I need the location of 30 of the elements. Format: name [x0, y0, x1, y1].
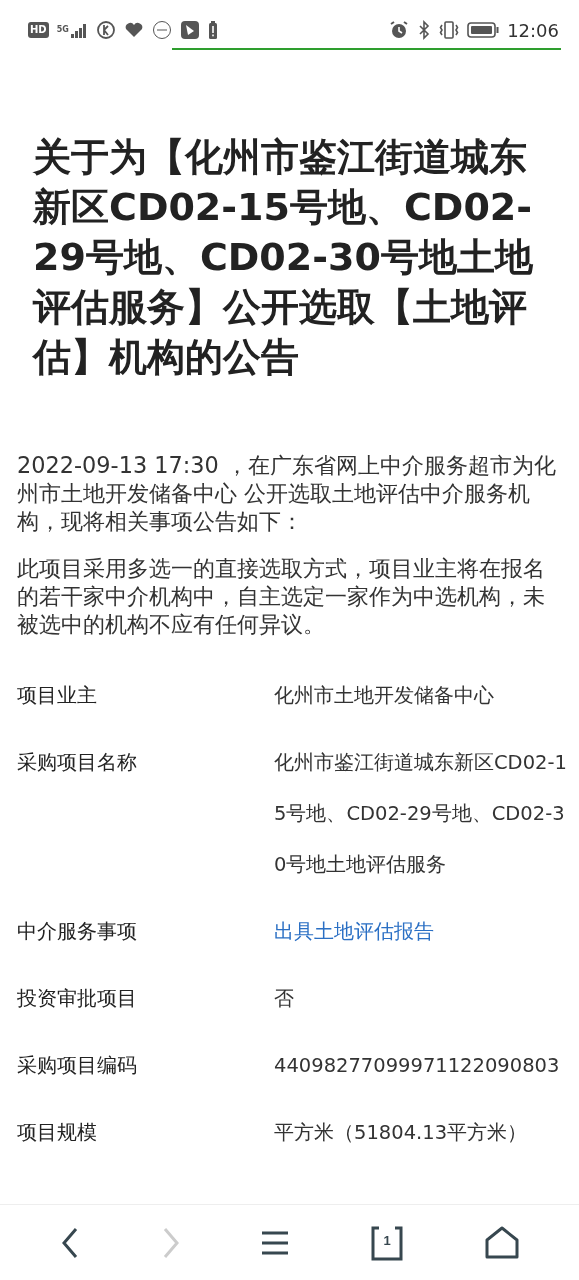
- vibrate-icon: [439, 20, 460, 40]
- network-label: 5G: [56, 26, 69, 34]
- detail-label: 项目规模: [16, 1119, 98, 1146]
- detail-link[interactable]: 出具土地评估报告: [274, 920, 434, 943]
- detail-label: 采购项目编码: [16, 1052, 138, 1079]
- article-title: 关于为【化州市鉴江街道城东新区CD02-15号地、CD02-29号地、CD02-30号地土地评估服务】公开选取【土地评估】机构的公告: [31, 134, 534, 381]
- detail-value: 平方米（51804.13平方米）: [274, 1120, 529, 1146]
- k-circle-icon: [95, 20, 116, 40]
- detail-label: 采购项目名称: [16, 749, 138, 776]
- detail-value: 化州市鉴江街道城东新区CD02-15号地、CD02-29号地、CD02-30号地土地评估服务: [274, 750, 568, 878]
- detail-label: 投资审批项目: [16, 985, 138, 1012]
- alarm-icon: [389, 20, 410, 40]
- clock-time: 12:06: [507, 19, 559, 41]
- detail-value: 化州市土地开发储备中心: [274, 683, 495, 709]
- battery-alert-icon: [207, 20, 218, 40]
- tabs-button[interactable]: 1: [370, 1224, 405, 1261]
- menu-button[interactable]: [261, 1229, 290, 1256]
- bluetooth-icon: [417, 20, 432, 40]
- hd-badge: HD: [28, 22, 49, 38]
- app-square-icon: [179, 20, 200, 40]
- circle-logo-icon: [151, 20, 172, 40]
- detail-value: 44098277099971122090803: [274, 1053, 561, 1079]
- paragraph: 2022-09-13 17:30 ，在广东省网上中介服务超市为化州市土地开发储备中心 公开选取土地评估中介服务机构，现将相关事项公告如下：: [16, 451, 557, 535]
- detail-label: 中介服务事项: [16, 918, 138, 945]
- home-button[interactable]: [484, 1225, 519, 1260]
- heart-icon: [123, 20, 144, 40]
- paragraph: 此项目采用多选一的直接选取方式，项目业主将在报名的若干家中介机构中，自主选定一家作为中选机构，未被选中的机构不应有任何异议。: [16, 554, 546, 638]
- battery-icon: [467, 20, 500, 40]
- detail-label: 项目业主: [16, 682, 98, 709]
- detail-value: 否: [274, 986, 295, 1012]
